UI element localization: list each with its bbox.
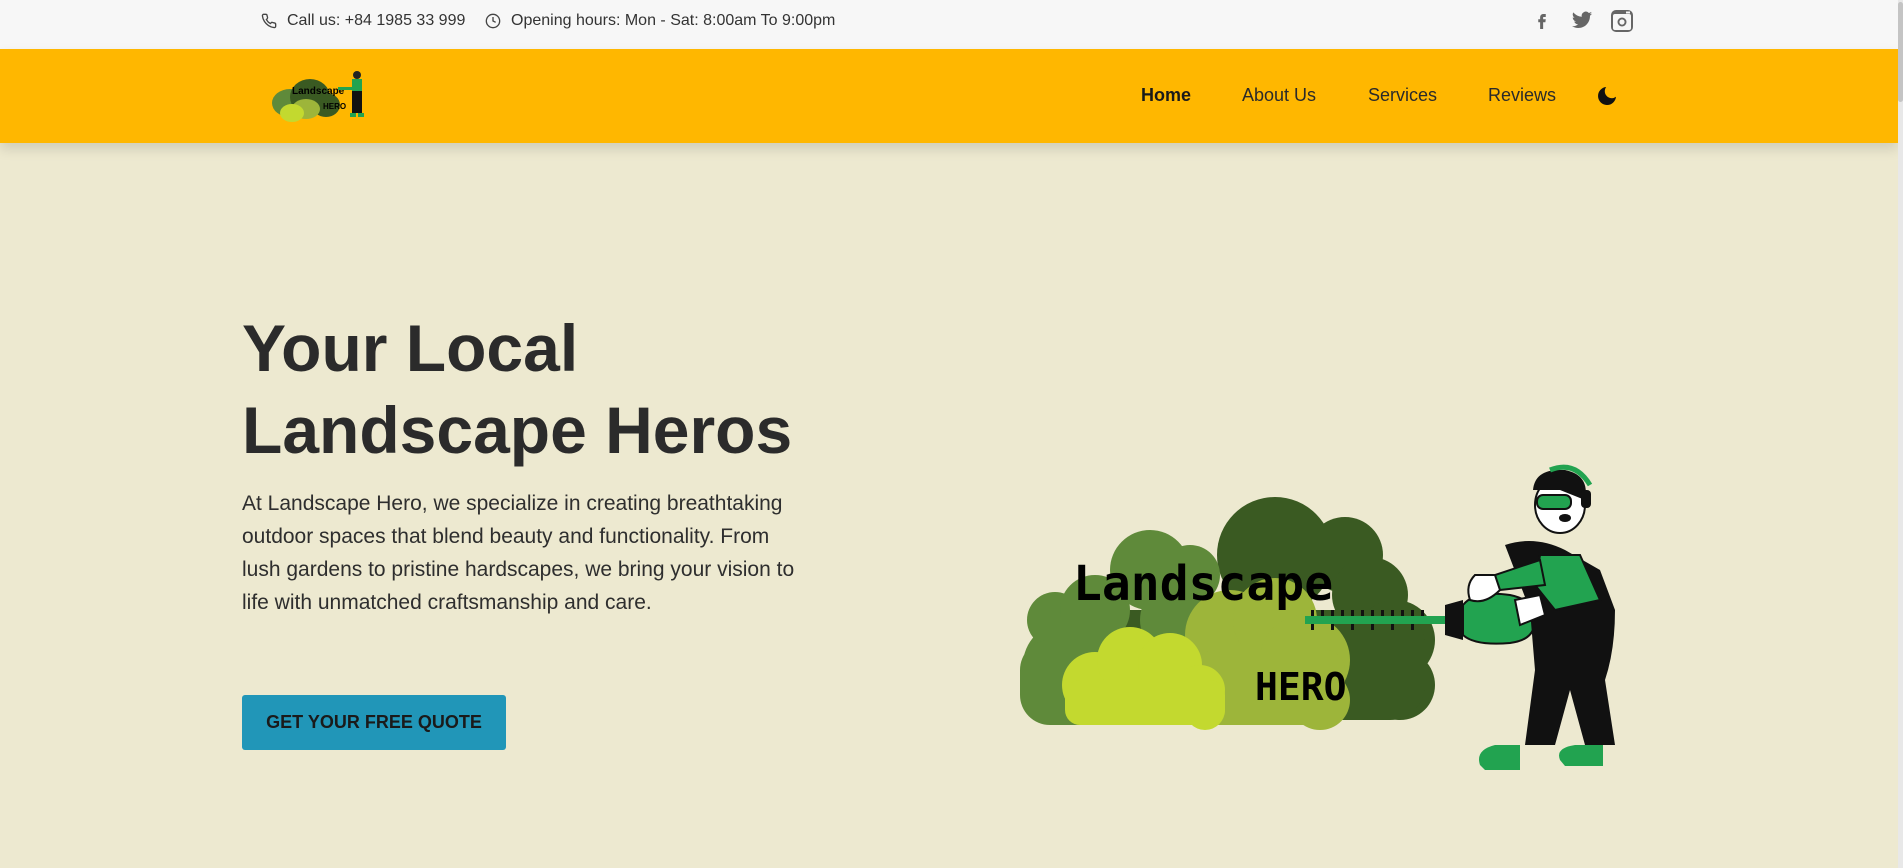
instagram-icon[interactable] bbox=[1610, 9, 1634, 38]
hero-title: Your Local Landscape Heros bbox=[242, 307, 862, 471]
nav-services[interactable]: Services bbox=[1368, 85, 1437, 106]
nav-about-us[interactable]: About Us bbox=[1242, 85, 1316, 106]
logo-word-landscape: Landscape bbox=[292, 86, 345, 97]
illustration-word-hero: HERO bbox=[1255, 665, 1347, 709]
illustration-word-landscape: Landscape bbox=[1073, 556, 1333, 612]
site-logo[interactable]: Landscape HERO bbox=[268, 69, 372, 125]
hours-text: Opening hours: Mon - Sat: 8:00am To 9:00… bbox=[511, 12, 836, 29]
scrollbar-thumb[interactable] bbox=[1898, 2, 1903, 102]
moon-icon[interactable] bbox=[1595, 84, 1619, 113]
nav-home[interactable]: Home bbox=[1141, 85, 1191, 106]
free-quote-button[interactable]: GET YOUR FREE QUOTE bbox=[242, 695, 506, 750]
hero-description: At Landscape Hero, we specialize in crea… bbox=[242, 492, 795, 614]
twitter-icon[interactable] bbox=[1570, 9, 1594, 36]
hero-title-line-2: Landscape Heros bbox=[242, 393, 793, 467]
page-scrollbar[interactable] bbox=[1898, 0, 1903, 868]
hours-info: Opening hours: Mon - Sat: 8:00am To 9:00… bbox=[485, 12, 835, 30]
nav-reviews[interactable]: Reviews bbox=[1488, 85, 1556, 106]
phone-text: Call us: +84 1985 33 999 bbox=[287, 12, 466, 29]
phone-info: Call us: +84 1985 33 999 bbox=[261, 12, 465, 30]
hero-title-line-1: Your Local bbox=[242, 311, 579, 385]
phone-icon bbox=[261, 13, 277, 29]
clock-icon bbox=[485, 13, 501, 29]
hero-illustration: Landscape HERO bbox=[975, 460, 1635, 780]
facebook-icon[interactable] bbox=[1533, 9, 1551, 36]
logo-word-hero: HERO bbox=[323, 102, 346, 111]
top-info-bar: Call us: +84 1985 33 999 Opening hours: … bbox=[0, 0, 1898, 49]
main-navbar: Landscape HERO Home About Us Services Re… bbox=[0, 49, 1898, 143]
